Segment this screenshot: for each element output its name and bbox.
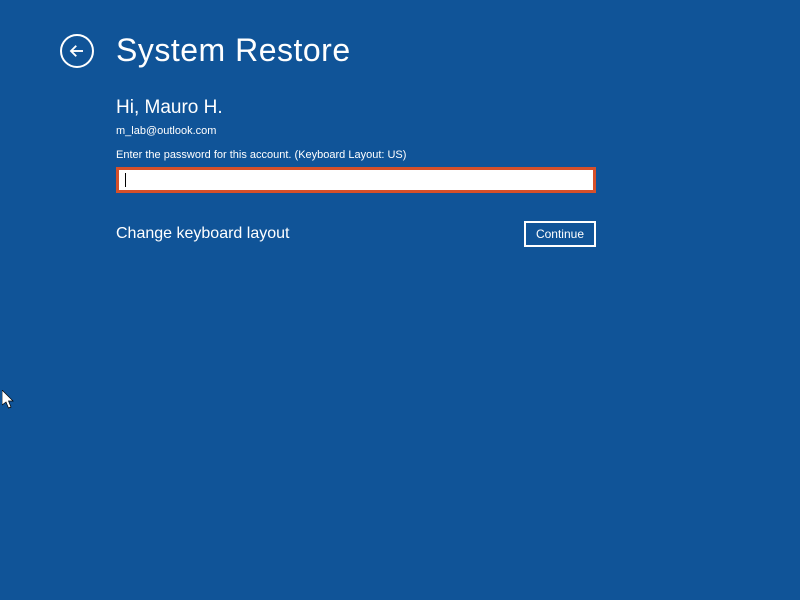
back-button[interactable] bbox=[60, 34, 94, 68]
password-input[interactable] bbox=[126, 170, 593, 190]
page-title: System Restore bbox=[116, 32, 351, 69]
password-field-wrapper[interactable] bbox=[116, 167, 596, 193]
continue-button[interactable]: Continue bbox=[524, 221, 596, 247]
account-greeting: Hi, Mauro H. bbox=[116, 97, 600, 119]
password-instruction: Enter the password for this account. (Ke… bbox=[116, 149, 600, 161]
mouse-cursor-icon bbox=[2, 390, 16, 410]
account-email: m_lab@outlook.com bbox=[116, 125, 600, 137]
back-arrow-icon bbox=[68, 42, 86, 60]
change-keyboard-layout-link[interactable]: Change keyboard layout bbox=[116, 225, 289, 243]
